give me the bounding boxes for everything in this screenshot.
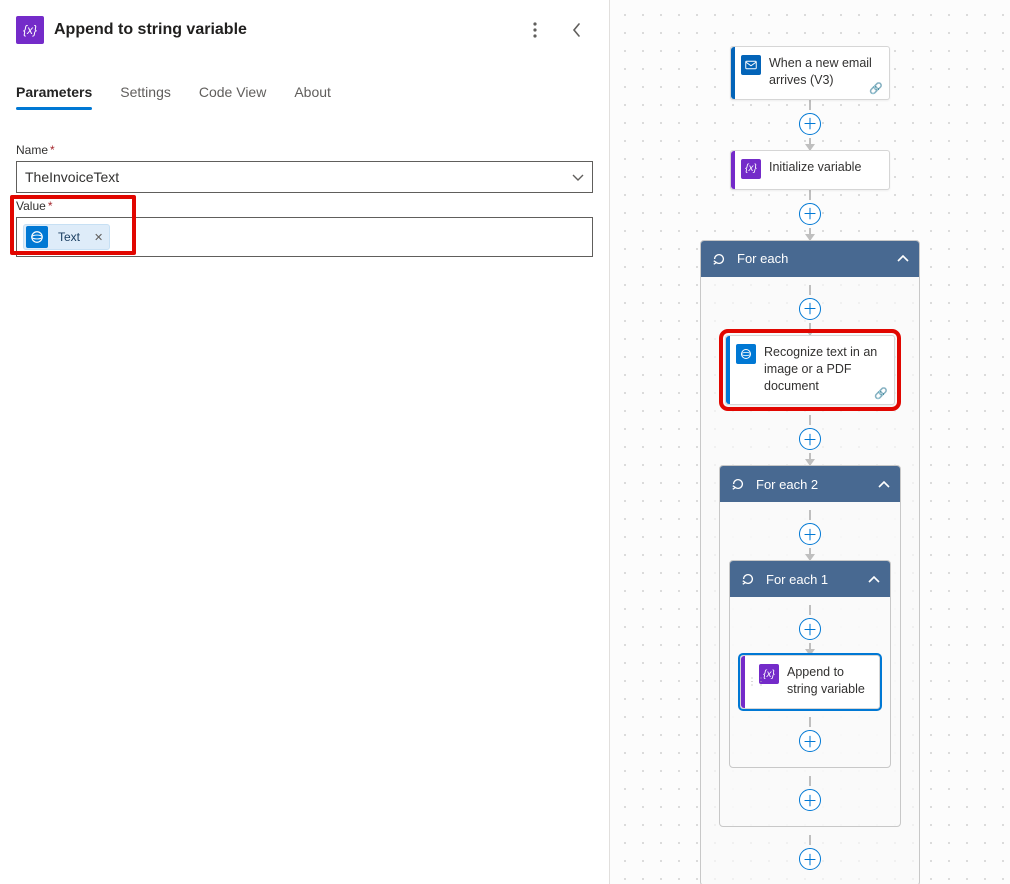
scope-title: For each 1 xyxy=(766,572,858,587)
scope-header-for-each-1[interactable]: For each 1 xyxy=(730,561,890,597)
node-recognize-text[interactable]: Recognize text in an image or a PDF docu… xyxy=(725,335,895,406)
scope-title: For each 2 xyxy=(756,477,868,492)
scope-for-each-2: For each 2 ＋ For e xyxy=(719,465,901,827)
cognitive-services-icon xyxy=(736,344,756,364)
tab-code-view[interactable]: Code View xyxy=(199,78,266,108)
value-field-label: Value* xyxy=(16,199,593,213)
loop-icon xyxy=(711,251,727,267)
value-field-input[interactable]: Text ✕ xyxy=(16,217,593,257)
collapse-panel-button[interactable] xyxy=(561,14,593,46)
tab-settings[interactable]: Settings xyxy=(120,78,171,108)
outlook-icon xyxy=(741,55,761,75)
add-step-button[interactable]: ＋ xyxy=(799,428,821,450)
add-step-button[interactable]: ＋ xyxy=(799,618,821,640)
scope-for-each: For each ＋ Recognize text in an image or… xyxy=(700,240,920,884)
add-step-button[interactable]: ＋ xyxy=(799,523,821,545)
node-email-trigger[interactable]: When a new email arrives (V3) 🔗 xyxy=(730,46,890,100)
add-step-button[interactable]: ＋ xyxy=(799,298,821,320)
chevron-up-icon xyxy=(878,477,890,492)
more-options-button[interactable] xyxy=(519,14,551,46)
value-token-remove[interactable]: ✕ xyxy=(88,231,109,244)
link-icon: 🔗 xyxy=(869,82,883,95)
node-append-to-string-variable[interactable]: ⋮⋮ {x} Append to string variable xyxy=(740,655,880,709)
vertical-dots-icon xyxy=(533,22,537,38)
tab-parameters[interactable]: Parameters xyxy=(16,78,92,108)
chevron-up-icon xyxy=(897,251,909,266)
action-config-panel: {x} Append to string variable Parameters… xyxy=(0,0,610,884)
variable-icon: {x} xyxy=(16,16,44,44)
node-title: When a new email arrives (V3) xyxy=(769,55,879,89)
name-field-select[interactable]: TheInvoiceText xyxy=(16,161,593,193)
scope-header-for-each-2[interactable]: For each 2 xyxy=(720,466,900,502)
link-icon: 🔗 xyxy=(874,387,888,400)
node-initialize-variable[interactable]: {x} Initialize variable xyxy=(730,150,890,190)
add-step-button[interactable]: ＋ xyxy=(799,203,821,225)
chevron-left-icon xyxy=(572,23,582,37)
loop-icon xyxy=(740,571,756,587)
value-token-label: Text xyxy=(50,230,88,244)
loop-icon xyxy=(730,476,746,492)
flow-root: When a new email arrives (V3) 🔗 ＋ {x} In… xyxy=(710,46,910,884)
scope-title: For each xyxy=(737,251,887,266)
scope-header-for-each[interactable]: For each xyxy=(701,241,919,277)
cognitive-services-icon xyxy=(26,226,48,248)
parameters-form: Name* TheInvoiceText Value* xyxy=(16,129,593,257)
panel-tabs: Parameters Settings Code View About xyxy=(16,78,593,109)
value-token-text[interactable]: Text ✕ xyxy=(23,224,110,250)
drag-handle-icon[interactable]: ⋮⋮ xyxy=(747,677,765,688)
chevron-up-icon xyxy=(868,572,880,587)
chevron-down-icon xyxy=(572,169,584,185)
add-step-button[interactable]: ＋ xyxy=(799,848,821,870)
variable-icon: {x} xyxy=(741,159,761,179)
add-step-button[interactable]: ＋ xyxy=(799,730,821,752)
flow-canvas[interactable]: When a new email arrives (V3) 🔗 ＋ {x} In… xyxy=(610,0,1010,884)
node-title: Recognize text in an image or a PDF docu… xyxy=(764,344,884,395)
node-title: Append to string variable xyxy=(787,664,869,698)
add-step-button[interactable]: ＋ xyxy=(799,789,821,811)
add-step-button[interactable]: ＋ xyxy=(799,113,821,135)
node-title: Initialize variable xyxy=(769,159,861,176)
name-field-label: Name* xyxy=(16,143,593,157)
scope-for-each-1: For each 1 ＋ ⋮⋮ {x} xyxy=(729,560,891,768)
name-field-value: TheInvoiceText xyxy=(25,169,119,185)
panel-header: {x} Append to string variable xyxy=(16,14,593,46)
panel-title: Append to string variable xyxy=(54,21,509,39)
tab-about[interactable]: About xyxy=(294,78,331,108)
